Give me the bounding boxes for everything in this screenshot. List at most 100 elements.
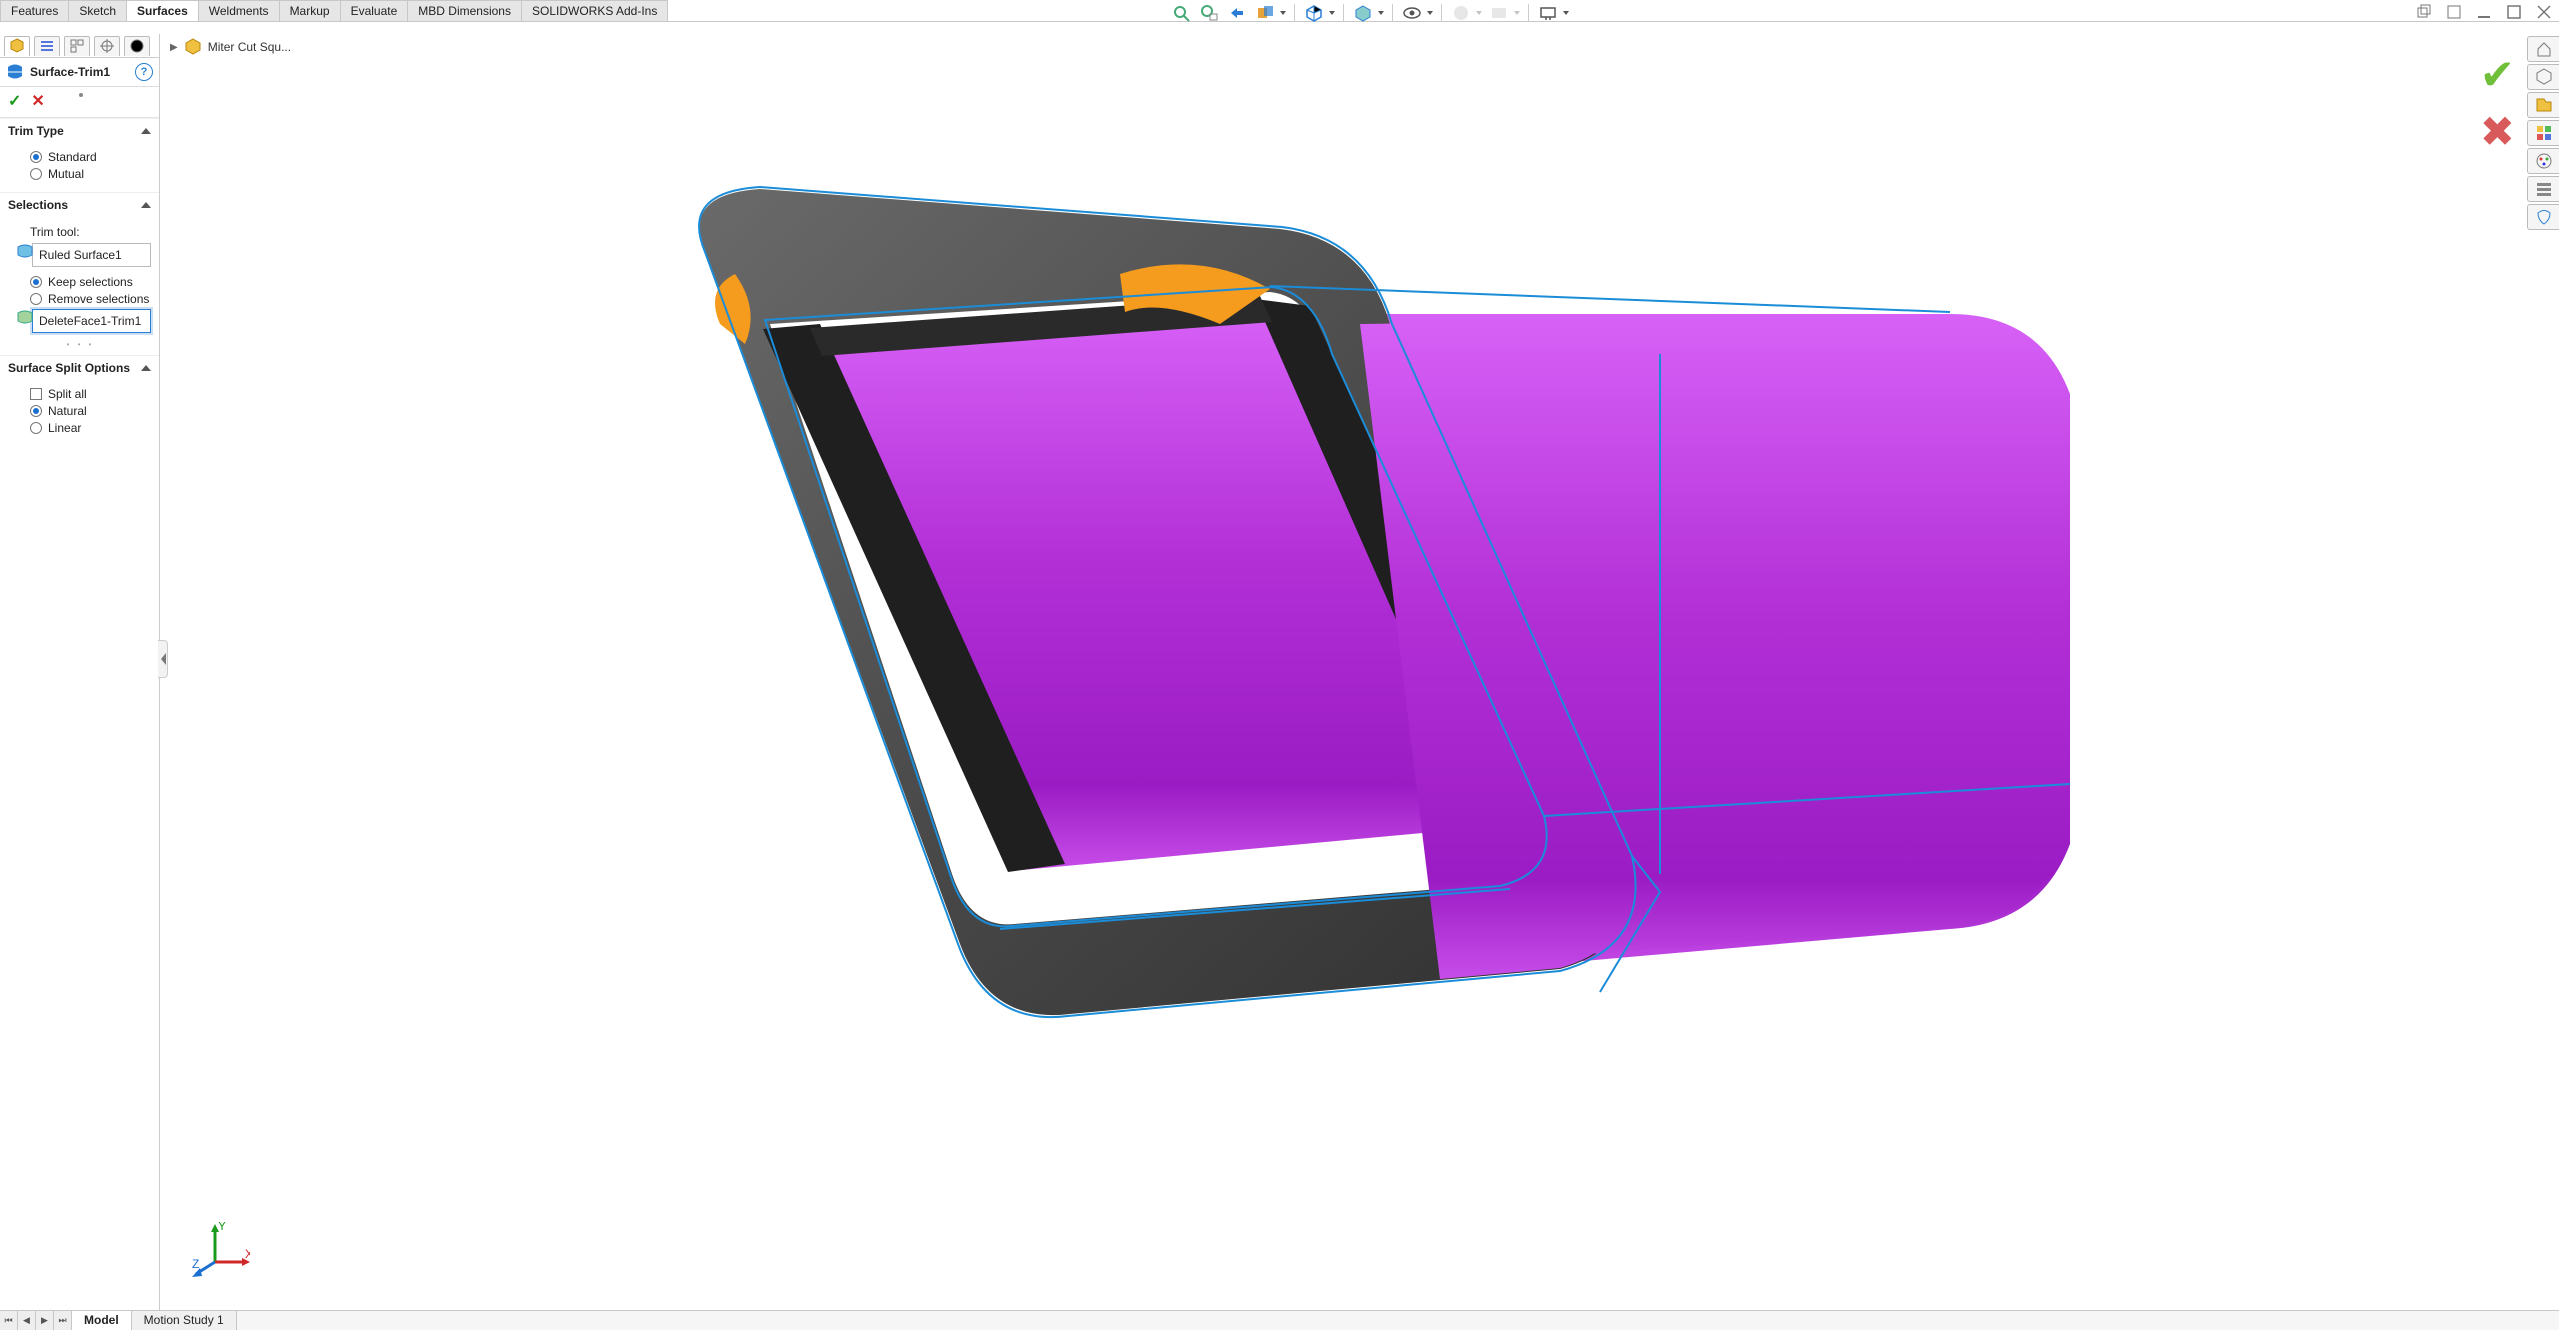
trim-tool-selection-box[interactable]: Ruled Surface1	[32, 243, 151, 267]
svg-text:X: X	[245, 1247, 250, 1261]
sheet-prev-icon[interactable]: ◀	[18, 1311, 36, 1330]
panel-pin-icon[interactable]	[79, 93, 83, 97]
tab-motion-study-1[interactable]: Motion Study 1	[132, 1311, 237, 1330]
doc-restore-icon[interactable]	[2415, 3, 2433, 21]
sheet-nav: ⏮ ◀ ▶ ⏭	[0, 1311, 72, 1330]
section-title: Surface Split Options	[8, 361, 130, 375]
feature-manager-tab-icon[interactable]	[4, 36, 30, 56]
dropdown-caret-icon[interactable]	[1378, 11, 1384, 15]
tab-sketch[interactable]: Sketch	[69, 0, 127, 22]
dropdown-caret-icon[interactable]	[1427, 11, 1433, 15]
tab-weldments[interactable]: Weldments	[199, 0, 280, 22]
radio-mutual[interactable]	[30, 168, 42, 180]
view-settings-icon[interactable]	[1537, 2, 1559, 24]
section-title: Trim Type	[8, 124, 64, 138]
breadcrumb-expand-icon[interactable]: ▶	[170, 42, 178, 53]
confirmation-corner: ✔ ✖	[2480, 50, 2515, 156]
close-icon[interactable]	[2535, 3, 2553, 21]
pm-ok-button[interactable]: ✓	[8, 91, 21, 111]
property-manager-title: Surface-Trim1	[30, 65, 129, 79]
section-split-options-header[interactable]: Surface Split Options	[0, 355, 159, 380]
toolbar-separator	[1294, 4, 1295, 22]
surface-trim-icon	[6, 63, 24, 81]
doc-maximize-icon[interactable]	[2445, 3, 2463, 21]
tab-features[interactable]: Features	[0, 0, 69, 22]
tab-evaluate[interactable]: Evaluate	[341, 0, 409, 22]
radio-remove-selections[interactable]	[30, 293, 42, 305]
edit-appearance-icon[interactable]	[1450, 2, 1472, 24]
trim-tool-label: Trim tool:	[30, 225, 151, 239]
checkbox-split-all[interactable]	[30, 388, 42, 400]
part-icon	[184, 38, 202, 56]
toolbar-separator	[1528, 4, 1529, 22]
property-manager-confirm-row: ✓ ✕	[0, 87, 159, 118]
sheet-next-icon[interactable]: ▶	[36, 1311, 54, 1330]
taskpane-appearances-icon[interactable]	[2527, 176, 2559, 202]
radio-standard[interactable]	[30, 151, 42, 163]
tab-surfaces[interactable]: Surfaces	[127, 0, 199, 22]
view-orientation-icon[interactable]	[1303, 2, 1325, 24]
hide-show-items-icon[interactable]	[1401, 2, 1423, 24]
heads-up-view-toolbar	[1170, 0, 1569, 26]
confirm-ok-button[interactable]: ✔	[2480, 50, 2515, 99]
dropdown-caret-icon[interactable]	[1514, 11, 1520, 15]
resize-grip-icon[interactable]	[10, 341, 151, 347]
taskpane-view-palette-icon[interactable]	[2527, 148, 2559, 174]
bottom-tab-bar: ⏮ ◀ ▶ ⏭ Model Motion Study 1	[0, 1310, 2559, 1330]
radio-label: Remove selections	[48, 292, 149, 306]
dimxpert-manager-tab-icon[interactable]	[94, 36, 120, 56]
radio-keep-selections[interactable]	[30, 276, 42, 288]
help-button[interactable]: ?	[135, 63, 153, 81]
dropdown-caret-icon[interactable]	[1563, 11, 1569, 15]
task-pane	[2527, 36, 2559, 230]
radio-linear[interactable]	[30, 422, 42, 434]
taskpane-file-explorer-icon[interactable]	[2527, 120, 2559, 146]
panel-collapse-handle[interactable]	[158, 640, 168, 678]
tab-model[interactable]: Model	[72, 1311, 132, 1330]
pieces-selection-box[interactable]: DeleteFace1-Trim1	[32, 309, 151, 333]
apply-scene-icon[interactable]	[1488, 2, 1510, 24]
breadcrumb-part-name[interactable]: Miter Cut Squ...	[208, 40, 291, 54]
section-trim-type-header[interactable]: Trim Type	[0, 118, 159, 143]
display-style-icon[interactable]	[1352, 2, 1374, 24]
radio-natural[interactable]	[30, 405, 42, 417]
taskpane-design-library-icon[interactable]	[2527, 92, 2559, 118]
zoom-to-area-icon[interactable]	[1198, 2, 1220, 24]
taskpane-custom-props-icon[interactable]	[2527, 204, 2559, 230]
graphics-area[interactable]	[160, 24, 2527, 1310]
collapse-icon[interactable]	[141, 128, 151, 134]
minimize-icon[interactable]	[2475, 3, 2493, 21]
dropdown-caret-icon[interactable]	[1280, 11, 1286, 15]
taskpane-home-icon[interactable]	[2527, 36, 2559, 62]
pieces-to-keep-icon	[16, 309, 34, 327]
section-selections-header[interactable]: Selections	[0, 192, 159, 217]
tab-markup[interactable]: Markup	[280, 0, 341, 22]
display-manager-tab-icon[interactable]	[124, 36, 150, 56]
section-trim-type-body: Standard Mutual	[0, 143, 159, 192]
confirm-cancel-button[interactable]: ✖	[2480, 107, 2515, 156]
svg-text:Z: Z	[192, 1257, 199, 1271]
pieces-value: DeleteFace1-Trim1	[39, 314, 141, 328]
sheet-last-icon[interactable]: ⏭	[54, 1311, 72, 1330]
dropdown-caret-icon[interactable]	[1476, 11, 1482, 15]
orientation-triad[interactable]: Y X Z	[190, 1222, 250, 1282]
zoom-to-fit-icon[interactable]	[1170, 2, 1192, 24]
section-selections-body: Trim tool: Ruled Surface1 Keep selection…	[0, 217, 159, 355]
radio-label: Natural	[48, 404, 87, 418]
dropdown-caret-icon[interactable]	[1329, 11, 1335, 15]
radio-label: Linear	[48, 421, 81, 435]
taskpane-resources-icon[interactable]	[2527, 64, 2559, 90]
collapse-icon[interactable]	[141, 365, 151, 371]
configuration-manager-tab-icon[interactable]	[64, 36, 90, 56]
collapse-icon[interactable]	[141, 202, 151, 208]
toolbar-separator	[1441, 4, 1442, 22]
maximize-icon[interactable]	[2505, 3, 2523, 21]
tab-solidworks-addins[interactable]: SOLIDWORKS Add-Ins	[522, 0, 668, 22]
property-manager-tab-icon[interactable]	[34, 36, 60, 56]
sheet-first-icon[interactable]: ⏮	[0, 1311, 18, 1330]
section-view-icon[interactable]	[1254, 2, 1276, 24]
previous-view-icon[interactable]	[1226, 2, 1248, 24]
tab-mbd-dimensions[interactable]: MBD Dimensions	[408, 0, 522, 22]
pm-cancel-button[interactable]: ✕	[31, 91, 44, 111]
radio-label: Keep selections	[48, 275, 133, 289]
